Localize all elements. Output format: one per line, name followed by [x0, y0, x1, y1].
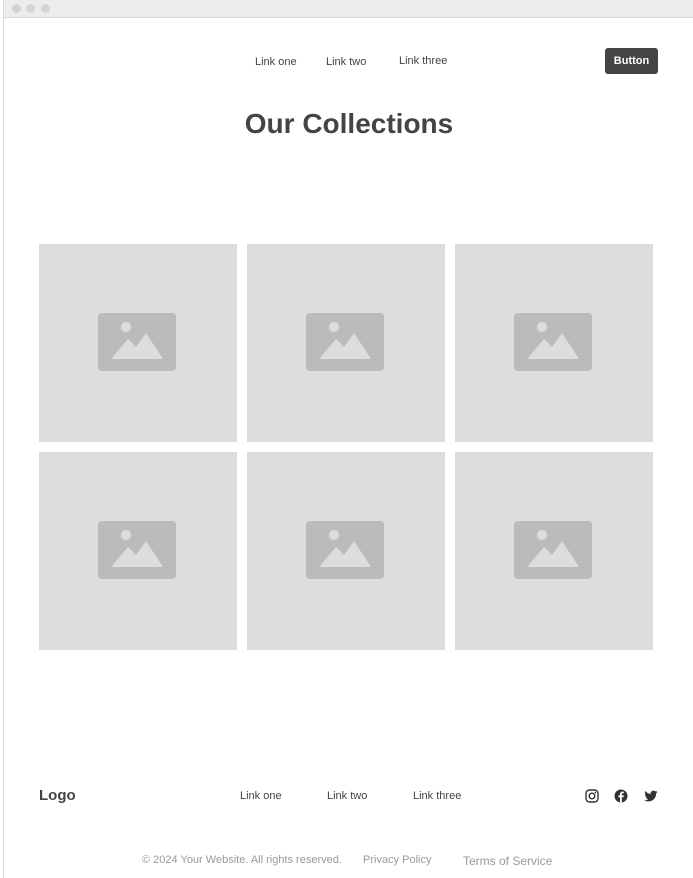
collection-card[interactable] — [455, 452, 653, 650]
footer-link-two[interactable]: Link two — [327, 790, 367, 802]
collection-grid — [39, 244, 653, 650]
collection-card[interactable] — [39, 452, 237, 650]
window-close-dot[interactable] — [12, 4, 21, 13]
image-placeholder-icon — [514, 521, 592, 579]
browser-window: Link one Link two Link three Button Our … — [3, 0, 693, 878]
footer-link-one[interactable]: Link one — [240, 790, 282, 802]
nav-link-one[interactable]: Link one — [255, 56, 297, 68]
page-title: Our Collections — [244, 108, 454, 139]
footer-logo[interactable]: Logo — [39, 787, 76, 804]
collection-card[interactable] — [455, 244, 653, 442]
collection-card[interactable] — [247, 452, 445, 650]
window-maximize-dot[interactable] — [41, 4, 50, 13]
copyright-text: © 2024 Your Website. All rights reserved… — [142, 854, 342, 866]
instagram-icon[interactable] — [585, 789, 599, 803]
terms-of-service-link[interactable]: Terms of Service — [463, 854, 552, 868]
twitter-icon[interactable] — [644, 789, 658, 803]
nav-link-three[interactable]: Link three — [399, 55, 447, 67]
facebook-icon[interactable] — [614, 789, 628, 803]
window-titlebar — [4, 0, 693, 18]
privacy-policy-link[interactable]: Privacy Policy — [363, 854, 431, 866]
collection-card[interactable] — [247, 244, 445, 442]
image-placeholder-icon — [306, 313, 384, 371]
collection-card[interactable] — [39, 244, 237, 442]
image-placeholder-icon — [514, 313, 592, 371]
image-placeholder-icon — [98, 313, 176, 371]
header-button[interactable]: Button — [605, 48, 658, 74]
nav-link-two[interactable]: Link two — [326, 56, 366, 68]
footer-link-three[interactable]: Link three — [413, 790, 461, 802]
image-placeholder-icon — [306, 521, 384, 579]
window-minimize-dot[interactable] — [26, 4, 35, 13]
image-placeholder-icon — [98, 521, 176, 579]
